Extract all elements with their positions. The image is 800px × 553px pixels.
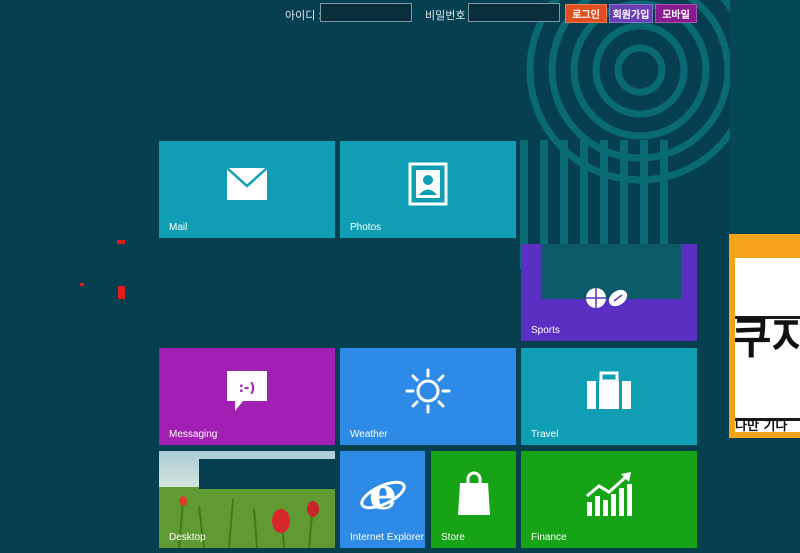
sports-icon <box>586 288 628 308</box>
password-input[interactable] <box>468 3 560 22</box>
travel-icon <box>587 371 631 409</box>
tile-label: Travel <box>531 429 559 440</box>
id-label: 아이디 : <box>285 10 322 22</box>
tile-photos[interactable]: Photos <box>340 141 516 238</box>
banner-subtext: 나만 기다 <box>735 419 788 432</box>
tile-label: Sports <box>531 325 560 336</box>
store-icon <box>457 471 490 515</box>
tile-label: Store <box>441 532 465 543</box>
tile-messaging[interactable]: :-) Messaging <box>159 348 335 445</box>
tile-store[interactable]: Store <box>431 451 516 548</box>
tile-travel[interactable]: Travel <box>521 348 697 445</box>
tile-label: Photos <box>350 222 382 233</box>
svg-text::-): :-) <box>239 381 256 396</box>
photos-icon <box>408 162 448 206</box>
tile-label: Weather <box>350 429 388 440</box>
tile-label: Desktop <box>169 532 206 543</box>
tile-mail[interactable]: Mail <box>159 141 335 238</box>
internet-explorer-icon: e <box>359 471 406 517</box>
tile-internet-explorer[interactable]: e Internet Explorer <box>340 451 425 548</box>
tile-label: Mail <box>169 222 188 233</box>
tile-label: Messaging <box>169 429 218 440</box>
banner-content: 쿠지 나만 기다 <box>735 258 800 432</box>
id-input[interactable] <box>320 3 412 22</box>
artifact-fragment <box>80 283 84 286</box>
weather-icon <box>405 368 451 414</box>
mobile-button[interactable]: 모바일 <box>655 4 697 23</box>
banner-headline: 쿠지 <box>735 313 800 364</box>
tile-desktop[interactable]: Desktop <box>159 451 335 548</box>
tile-label: Internet Explorer <box>350 532 424 543</box>
artifact-fragment <box>118 286 125 299</box>
tile-sports[interactable]: Sports <box>521 244 697 341</box>
tile-weather[interactable]: Weather <box>340 348 516 445</box>
side-banner-ad[interactable]: 쿠지 나만 기다 <box>729 234 800 438</box>
tile-label: Finance <box>531 532 567 543</box>
svg-text:e: e <box>369 471 397 517</box>
finance-icon <box>586 471 632 516</box>
login-button[interactable]: 로그인 <box>565 4 607 23</box>
login-bar: 아이디 : 비밀번호 : 로그인 회원가입 모바일 <box>0 3 800 25</box>
mail-icon <box>226 166 268 200</box>
signup-button[interactable]: 회원가입 <box>609 4 653 23</box>
messaging-icon: :-) <box>227 370 267 411</box>
artifact-fragment <box>117 240 125 244</box>
password-label: 비밀번호 : <box>425 10 472 22</box>
tile-finance[interactable]: Finance <box>521 451 697 548</box>
